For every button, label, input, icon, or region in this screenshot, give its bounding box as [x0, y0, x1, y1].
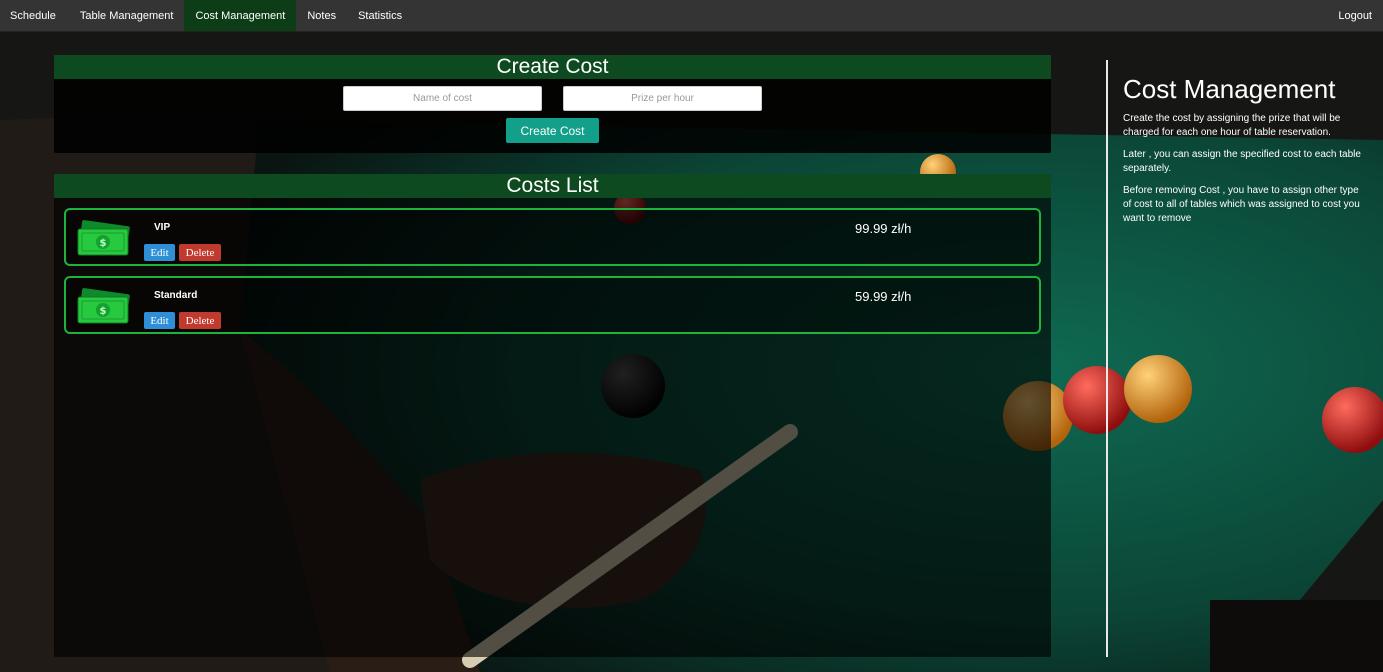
cost-actions: Edit Delete: [144, 312, 221, 329]
costs-list-title: Costs List: [54, 174, 1051, 198]
nav-cost-management[interactable]: Cost Management: [184, 0, 297, 31]
delete-button[interactable]: Delete: [179, 312, 221, 329]
cost-price: 99.99 zł/h: [855, 221, 912, 236]
info-title: Cost Management: [1123, 74, 1336, 104]
create-cost-title: Create Cost: [54, 55, 1051, 79]
svg-text:$: $: [100, 306, 107, 317]
cost-name: Standard: [154, 290, 198, 301]
cost-name: VIP: [154, 222, 171, 233]
cost-price-input[interactable]: [563, 86, 762, 111]
cost-price: 59.99 zł/h: [855, 289, 912, 304]
cost-name-input[interactable]: [343, 86, 542, 111]
svg-text:$: $: [100, 238, 107, 249]
cost-item: $ VIP 99.99 zł/h Edit Delete: [64, 208, 1041, 266]
money-bills-icon: $: [77, 220, 130, 256]
edit-button[interactable]: Edit: [144, 244, 175, 261]
info-panel: Cost Management Create the cost by assig…: [1123, 74, 1368, 234]
vertical-divider: [1106, 60, 1108, 657]
nav-table-management[interactable]: Table Management: [69, 0, 185, 31]
info-paragraph: Later , you can assign the specified cos…: [1123, 149, 1361, 174]
nav-schedule[interactable]: Schedule: [0, 0, 69, 31]
money-bills-icon: $: [77, 288, 130, 324]
create-cost-form: [54, 86, 1051, 111]
create-cost-panel: Create Cost Create Cost: [54, 55, 1051, 153]
info-paragraph: Before removing Cost , you have to assig…: [1123, 185, 1360, 224]
create-cost-button[interactable]: Create Cost: [506, 118, 599, 143]
costs-list-panel: Costs List $ VIP 99.99 zł/h Edit Delete …: [54, 174, 1051, 657]
delete-button[interactable]: Delete: [179, 244, 221, 261]
edit-button[interactable]: Edit: [144, 312, 175, 329]
nav-notes[interactable]: Notes: [296, 0, 347, 31]
nav-statistics[interactable]: Statistics: [347, 0, 413, 31]
logout-link[interactable]: Logout: [1327, 0, 1383, 31]
cost-item: $ Standard 59.99 zł/h Edit Delete: [64, 276, 1041, 334]
top-navbar: Schedule Table Management Cost Managemen…: [0, 0, 1383, 32]
info-paragraph: Create the cost by assigning the prize t…: [1123, 113, 1341, 138]
cost-actions: Edit Delete: [144, 244, 221, 261]
